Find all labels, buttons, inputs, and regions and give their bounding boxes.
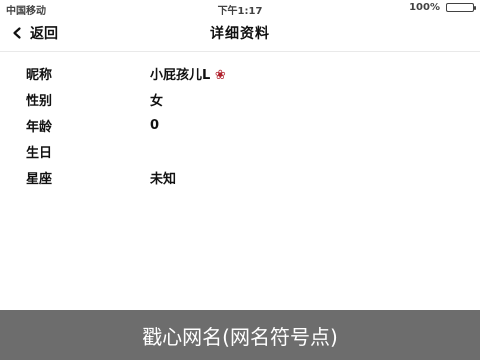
battery-icon xyxy=(446,3,476,12)
carrier-text: 中国移动 xyxy=(6,6,46,17)
back-button[interactable]: 返回 xyxy=(10,23,58,43)
profile-row-gender: 性别 女 xyxy=(0,86,480,112)
profile-row-constellation: 星座 未知 xyxy=(0,164,480,190)
status-right: 100% xyxy=(409,2,476,13)
nickname-label: 昵称 xyxy=(26,67,53,83)
page-title: 详细资料 xyxy=(210,26,270,42)
status-time: 下午1:17 xyxy=(217,6,263,17)
battery-percent: 100% xyxy=(409,2,440,13)
profile-row-nickname: 昵称 小屁孩儿L ❀ xyxy=(0,60,480,86)
profile-row-birthday: 生日 xyxy=(0,138,480,164)
age-label: 年龄 xyxy=(26,119,53,135)
age-value: 0 xyxy=(150,117,160,133)
profile-detail: 昵称 小屁孩儿L ❀ 性别 女 年龄 0 生日 星座 未知 xyxy=(0,52,480,310)
caption-banner: 戳心网名(网名符号点) xyxy=(0,310,480,360)
constellation-label: 星座 xyxy=(26,171,53,187)
nickname-text: 小屁孩儿L xyxy=(150,67,211,83)
nickname-value: 小屁孩儿L ❀ xyxy=(150,64,226,83)
gender-label: 性别 xyxy=(26,93,53,109)
gender-value: 女 xyxy=(150,93,164,109)
constellation-value: 未知 xyxy=(150,171,177,187)
status-bar: 中国移动 下午1:17 100% xyxy=(0,0,480,17)
birthday-label: 生日 xyxy=(26,145,53,161)
back-label: 返回 xyxy=(30,26,58,42)
caption-text: 戳心网名(网名符号点) xyxy=(142,324,338,349)
profile-row-age: 年龄 0 xyxy=(0,112,480,138)
top-nav: 返回 详细资料 xyxy=(0,16,480,52)
flower-icon: ❀ xyxy=(214,67,226,83)
chevron-left-icon xyxy=(10,26,24,40)
